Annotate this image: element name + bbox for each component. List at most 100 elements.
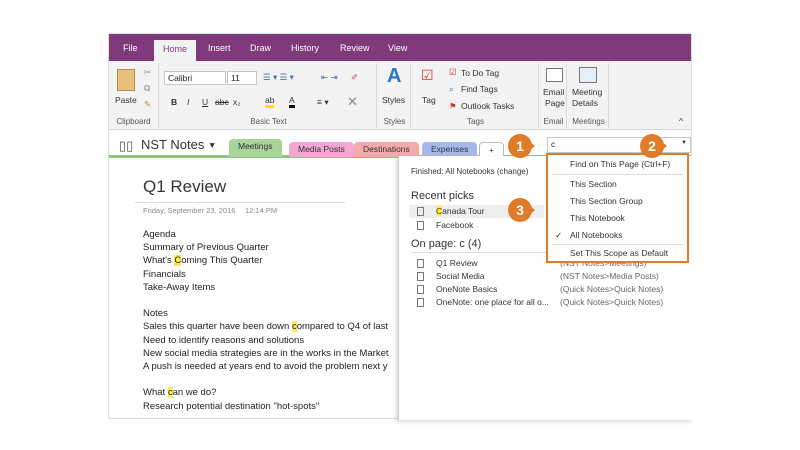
copy-icon[interactable]: ⧉ <box>144 83 150 94</box>
note-line: Agenda <box>143 229 176 240</box>
section-tab-expenses[interactable]: Expenses <box>422 142 478 157</box>
result-location: (Quick Notes>Quick Notes) <box>560 284 664 294</box>
font-size-select[interactable]: 11 <box>227 71 257 85</box>
tab-home[interactable]: Home <box>154 40 197 61</box>
format-painter-icon[interactable]: ✎ <box>144 99 151 110</box>
section-tab-destinations[interactable]: Destinations <box>354 142 419 157</box>
basic-text-label: Basic Text <box>250 117 287 126</box>
note-line: Take-Away Items <box>143 282 215 293</box>
search-scope-status[interactable]: Finished: All Notebooks (change) <box>411 167 528 176</box>
bullets-icon[interactable]: ☰ ▾ ☰ ▾ <box>263 72 294 83</box>
scope-this-section[interactable]: This Section <box>570 179 617 189</box>
tab-history[interactable]: History <box>291 43 319 53</box>
clear-format-icon[interactable]: ✐ <box>351 72 358 83</box>
text-segment: an we do? <box>172 387 217 399</box>
meetings-group: Meeting Details Meetings <box>569 63 609 128</box>
chevron-down-icon[interactable]: ▼ <box>208 140 216 150</box>
recent-pick-label: Canada Tour <box>436 206 485 216</box>
find-tags-button[interactable]: Find Tags <box>461 84 498 94</box>
recent-pick-label: Facebook <box>436 220 473 230</box>
underline-button[interactable]: U <box>202 97 208 107</box>
meeting-icon[interactable] <box>579 67 597 83</box>
tag-icon[interactable]: ☑ <box>421 67 434 84</box>
tags-label: Tags <box>467 117 484 126</box>
tab-insert[interactable]: Insert <box>208 43 231 53</box>
tab-draw[interactable]: Draw <box>250 43 271 53</box>
tab-file[interactable]: File <box>123 43 138 53</box>
styles-label: Styles <box>383 117 406 126</box>
basic-text-group: Calibri 11 ☰ ▾ ☰ ▾ ⇤ ⇥ ✐ B I U abc x₂ ab… <box>161 63 377 128</box>
text-segment: A push is needed at years end to avoid t… <box>143 361 388 372</box>
result-item[interactable]: OneNote Basics (Quick Notes>Quick Notes) <box>409 283 687 296</box>
text-segment: ompared to Q4 of last <box>296 321 389 333</box>
email-icon[interactable] <box>546 68 563 82</box>
callout-badge-2: 2 <box>640 134 667 158</box>
section-tab-meetings[interactable]: Meetings <box>229 139 282 157</box>
italic-button[interactable]: I <box>187 97 189 107</box>
todo-tag-button[interactable]: To Do Tag <box>461 68 499 78</box>
scope-this-notebook[interactable]: This Notebook <box>570 213 625 223</box>
note-line: A push is needed at years end to avoid t… <box>143 361 388 372</box>
page-time: 12:14 PM <box>245 206 278 215</box>
tab-review[interactable]: Review <box>340 43 370 53</box>
add-section-button[interactable]: + <box>479 142 504 157</box>
note-line: Research potential destination "hot-spot… <box>143 401 319 412</box>
result-name: OneNote Basics <box>436 284 498 294</box>
paste-button[interactable]: Paste <box>115 95 137 105</box>
text-segment: Facebook <box>436 220 474 230</box>
result-item[interactable]: OneNote: one place for all o... (Quick No… <box>409 296 687 309</box>
subscript-button[interactable]: x₂ <box>233 97 241 107</box>
meeting-details-button[interactable]: Meeting <box>572 87 602 97</box>
divider <box>552 174 683 175</box>
title-divider <box>135 202 345 203</box>
search-scope-dropdown[interactable]: ▼ <box>681 140 687 146</box>
delete-icon[interactable]: ✕ <box>347 94 358 110</box>
note-line: Need to identify reasons and solutions <box>143 335 304 346</box>
on-page-heading: On page: c (4) <box>411 238 482 250</box>
tab-view[interactable]: View <box>388 43 407 53</box>
meetings-label: Meetings <box>572 117 605 126</box>
notebook-name[interactable]: NST Notes <box>141 137 204 152</box>
scope-this-section-group[interactable]: This Section Group <box>570 196 643 206</box>
tags-group: ☑ Tag ☑ To Do Tag ⌕ Find Tags ⚑ Outlook … <box>413 63 539 128</box>
text-segment: What <box>143 387 168 399</box>
note-line: Financials <box>143 269 186 280</box>
page-title[interactable]: Q1 Review <box>143 177 226 197</box>
paste-icon[interactable] <box>117 69 135 91</box>
highlight-icon[interactable]: ab <box>265 95 275 108</box>
outlook-tasks-button[interactable]: Outlook Tasks <box>461 101 514 111</box>
email-page-button[interactable]: Email <box>543 87 564 97</box>
scope-all-notebooks[interactable]: All Notebooks <box>570 230 622 240</box>
ribbon: Paste ✂ ⧉ ✎ Clipboard Calibri 11 ☰ ▾ ☰ ▾… <box>109 61 691 130</box>
indent-icon[interactable]: ⇤ ⇥ <box>321 72 338 83</box>
text-segment: New social media strategies are in the w… <box>143 347 389 359</box>
font-color-icon[interactable]: A <box>289 95 295 108</box>
bold-button[interactable]: B <box>171 97 177 107</box>
meeting-details-button-2[interactable]: Details <box>572 98 598 108</box>
find-on-page-item[interactable]: Find on This Page (Ctrl+F) <box>570 159 670 169</box>
search-scope-menu: Find on This Page (Ctrl+F) This Section … <box>546 153 689 263</box>
note-line: Summary of Previous Quarter <box>143 242 269 253</box>
email-page-button-2[interactable]: Page <box>545 98 565 108</box>
text-segment: Take-Away Items <box>143 281 216 293</box>
collapse-ribbon-icon[interactable]: ^ <box>679 116 683 126</box>
align-icon[interactable]: ≡ ▾ <box>317 97 329 108</box>
email-group: Email Page Email <box>541 63 567 128</box>
cut-icon[interactable]: ✂ <box>144 67 151 78</box>
note-line: Notes <box>143 308 168 319</box>
page-icon <box>417 298 424 307</box>
section-tab-media-posts[interactable]: Media Posts <box>289 142 354 157</box>
strikethrough-button[interactable]: abc <box>215 97 229 107</box>
result-name: OneNote: one place for all o... <box>436 297 549 307</box>
result-item[interactable]: Social Media (NST Notes>Media Posts) <box>409 270 687 283</box>
notebook-icon: ▯▯ <box>119 138 134 153</box>
text-segment: Summary of Previous Quarter <box>143 242 269 254</box>
text-segment: Research potential destination "hot-spot… <box>143 400 320 412</box>
styles-button[interactable]: Styles <box>382 95 405 105</box>
set-default-scope-item[interactable]: Set This Scope as Default <box>570 248 668 258</box>
page-icon <box>417 221 424 230</box>
font-select[interactable]: Calibri <box>164 71 226 85</box>
tag-button[interactable]: Tag <box>422 95 436 105</box>
styles-icon[interactable]: A <box>387 65 401 88</box>
note-line: What's Coming This Quarter <box>143 255 262 267</box>
